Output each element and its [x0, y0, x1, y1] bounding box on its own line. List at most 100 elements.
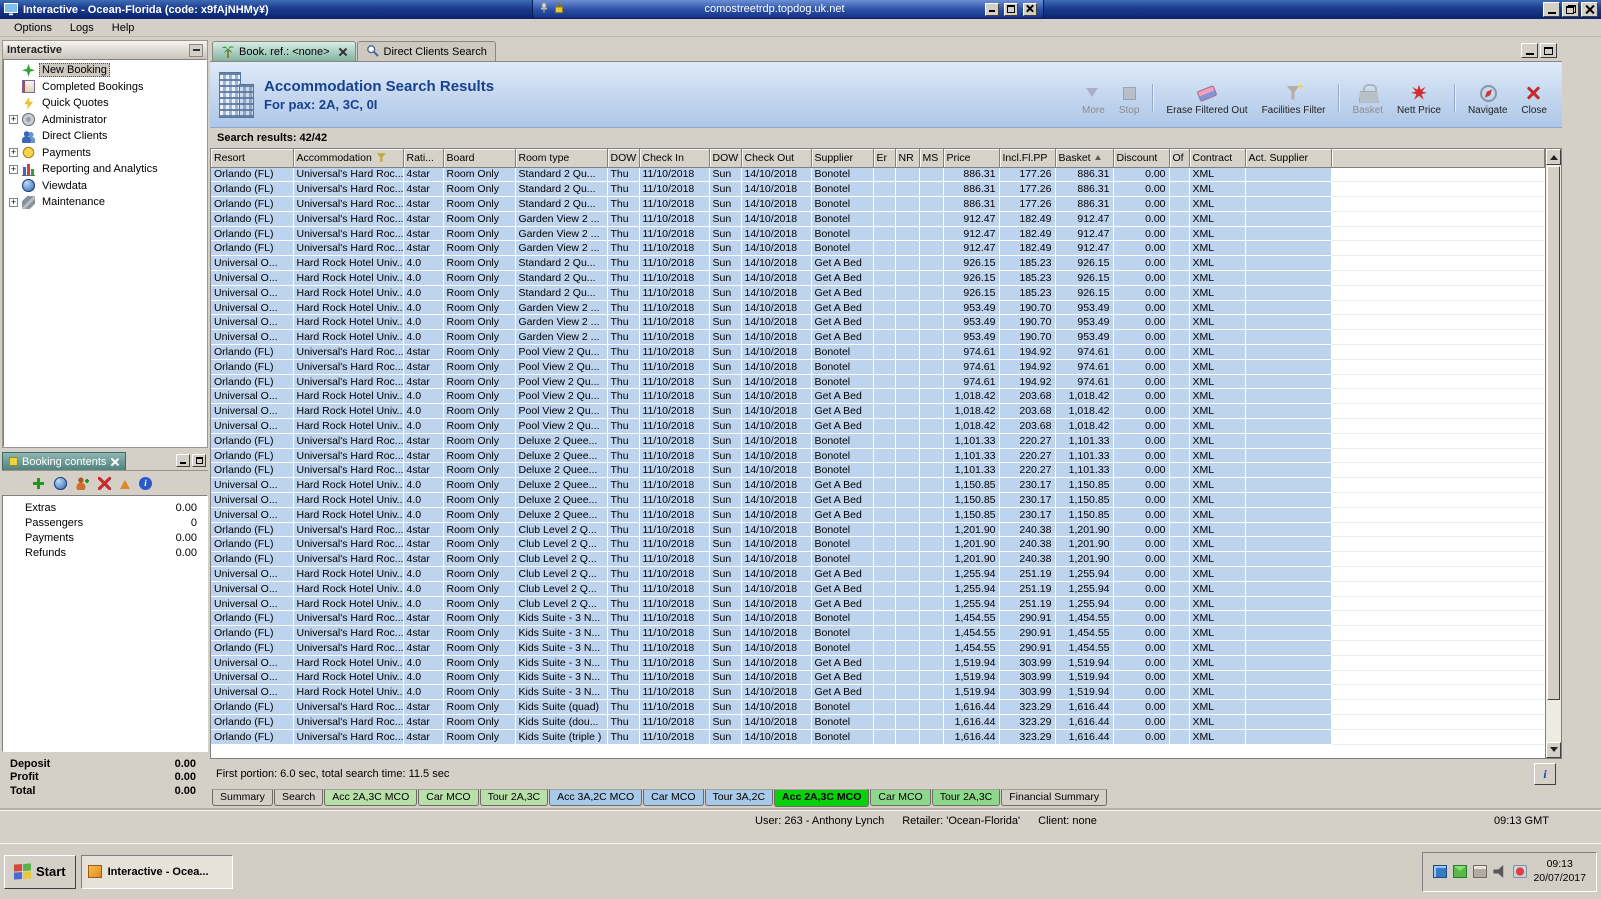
column-header-rati[interactable]: Rati...	[403, 149, 444, 168]
sidebar-item-direct-clients[interactable]: Direct Clients	[4, 128, 206, 145]
upload-icon[interactable]	[120, 475, 130, 489]
result-tab-acc-2a-3c-mco[interactable]: Acc 2A,3C MCO	[774, 789, 870, 807]
table-row[interactable]: Orlando (FL) Universal's Hard Roc... 4star…	[211, 714, 1545, 730]
close-button[interactable]: Close	[1514, 82, 1554, 118]
sidebar-item-completed-bookings[interactable]: Completed Bookings	[4, 79, 206, 96]
filter-icon[interactable]	[376, 153, 386, 163]
table-row[interactable]: Orlando (FL) Universal's Hard Roc... 4star…	[211, 729, 1545, 745]
table-row[interactable]: Orlando (FL) Universal's Hard Roc... 4star…	[211, 522, 1545, 538]
panel-close-icon[interactable]	[110, 457, 119, 466]
result-tab-tour-2a-3c[interactable]: Tour 2A,3C	[479, 789, 549, 806]
panel-collapse-button[interactable]	[189, 43, 203, 57]
taskbar-task-button[interactable]: Interactive - Ocea...	[80, 854, 233, 889]
result-tab-car-mco[interactable]: Car MCO	[643, 789, 704, 806]
start-button[interactable]: Start	[4, 854, 76, 889]
mail-icon[interactable]	[1453, 865, 1468, 878]
tab-direct-clients-search[interactable]: Direct Clients Search	[356, 41, 496, 61]
booking-contents-row-refunds[interactable]: Refunds 0.00	[3, 545, 207, 560]
table-row[interactable]: Universal O... Hard Rock Hotel Univ... 4.0…	[211, 477, 1545, 494]
sidebar-item-maintenance[interactable]: Maintenance	[4, 194, 206, 211]
table-row[interactable]: Orlando (FL) Universal's Hard Roc... 4star…	[211, 359, 1545, 375]
minimize-button[interactable]	[1543, 2, 1560, 17]
column-header-check-in[interactable]: Check In	[639, 149, 710, 168]
basket-button[interactable]: Basket	[1345, 82, 1390, 118]
stop-button[interactable]: Stop	[1112, 82, 1147, 118]
table-row[interactable]: Universal O... Hard Rock Hotel Univ... 4.0…	[211, 403, 1545, 420]
sidebar-item-new-booking[interactable]: New Booking	[4, 62, 206, 79]
mdi-maximize-button[interactable]	[1540, 43, 1557, 58]
scroll-down-button[interactable]	[1546, 742, 1561, 758]
booking-contents-row-payments[interactable]: Payments 0.00	[3, 530, 207, 545]
connection-status-icon[interactable]	[1513, 865, 1528, 878]
table-row[interactable]: Universal O... Hard Rock Hotel Univ... 4.0…	[211, 655, 1545, 671]
rdp-minimize-button[interactable]	[985, 2, 999, 16]
scroll-up-button[interactable]	[1546, 149, 1561, 165]
rdp-close-button[interactable]	[1023, 2, 1037, 16]
sidebar-item-reporting-and-analytics[interactable]: Reporting and Analytics	[4, 161, 206, 178]
table-row[interactable]: Orlando (FL) Universal's Hard Roc... 4star…	[211, 640, 1545, 656]
delete-icon[interactable]	[98, 476, 111, 490]
table-row[interactable]: Orlando (FL) Universal's Hard Roc... 4star…	[211, 167, 1545, 183]
menu-item-logs[interactable]: Logs	[61, 20, 103, 36]
table-row[interactable]: Orlando (FL) Universal's Hard Roc... 4star…	[211, 462, 1545, 479]
add-icon[interactable]	[32, 476, 45, 490]
column-header-price[interactable]: Price	[943, 149, 1000, 168]
result-tab-search[interactable]: Search	[273, 789, 324, 806]
column-header-dow[interactable]: DOW	[709, 149, 742, 168]
info-icon[interactable]	[139, 476, 152, 490]
table-row[interactable]: Universal O... Hard Rock Hotel Univ... 4.0…	[211, 285, 1545, 301]
booking-contents-tab[interactable]: Booking contents	[2, 452, 127, 470]
table-row[interactable]: Orlando (FL) Universal's Hard Roc... 4star…	[211, 240, 1545, 257]
column-header-board[interactable]: Board	[443, 149, 516, 168]
table-row[interactable]: Universal O... Hard Rock Hotel Univ... 4.0…	[211, 492, 1545, 508]
pin-icon[interactable]	[539, 2, 549, 17]
tab-book-ref-none[interactable]: Book. ref.: <none>	[212, 41, 356, 61]
column-header-nr[interactable]: NR	[895, 149, 920, 168]
facilities-filter-button[interactable]: Facilities Filter	[1255, 82, 1333, 118]
rdp-restore-button[interactable]	[1004, 2, 1018, 16]
menu-item-options[interactable]: Options	[5, 20, 61, 36]
sidebar-item-payments[interactable]: Payments	[4, 145, 206, 162]
column-header-discount[interactable]: Discount	[1113, 149, 1170, 168]
table-row[interactable]: Orlando (FL) Universal's Hard Roc... 4star…	[211, 448, 1545, 464]
column-header-check-out[interactable]: Check Out	[741, 149, 812, 168]
column-header-accommodation[interactable]: Accommodation	[293, 149, 404, 168]
result-tab-summary[interactable]: Summary	[212, 789, 273, 806]
table-row[interactable]: Orlando (FL) Universal's Hard Roc... 4star…	[211, 610, 1545, 627]
booking-contents-row-passengers[interactable]: Passengers 0	[3, 515, 207, 530]
column-header-ms[interactable]: MS	[919, 149, 944, 168]
column-header-contract[interactable]: Contract	[1189, 149, 1246, 168]
scrollbar-thumb[interactable]	[1547, 166, 1560, 700]
column-header-basket[interactable]: Basket	[1055, 149, 1114, 168]
table-row[interactable]: Universal O... Hard Rock Hotel Univ... 4.0…	[211, 314, 1545, 331]
table-row[interactable]: Orlando (FL) Universal's Hard Roc... 4star…	[211, 433, 1545, 449]
table-row[interactable]: Universal O... Hard Rock Hotel Univ... 4.0…	[211, 270, 1545, 286]
table-row[interactable]: Universal O... Hard Rock Hotel Univ... 4.0…	[211, 255, 1545, 272]
volume-icon[interactable]	[1493, 865, 1504, 878]
sidebar-item-quick-quotes[interactable]: Quick Quotes	[4, 95, 206, 112]
column-header-dow[interactable]: DOW	[607, 149, 640, 168]
table-row[interactable]: Universal O... Hard Rock Hotel Univ... 4.0…	[211, 329, 1545, 346]
panel-minimize-button[interactable]	[176, 454, 190, 467]
menu-item-help[interactable]: Help	[103, 20, 144, 36]
result-tab-tour-3a-2c[interactable]: Tour 3A,2C	[704, 789, 774, 806]
globe-icon[interactable]	[54, 476, 67, 490]
network-monitor-icon[interactable]	[1433, 865, 1448, 878]
table-row[interactable]: Universal O... Hard Rock Hotel Univ... 4.0…	[211, 581, 1545, 597]
expander-icon[interactable]	[9, 115, 18, 125]
expander-icon[interactable]	[9, 197, 18, 207]
nett-price-button[interactable]: Nett Price	[1390, 82, 1448, 118]
table-row[interactable]: Orlando (FL) Universal's Hard Roc... 4star…	[211, 196, 1545, 212]
table-row[interactable]: Universal O... Hard Rock Hotel Univ... 4.0…	[211, 300, 1545, 316]
column-header-of[interactable]: Of	[1169, 149, 1190, 168]
printer-icon[interactable]	[1473, 865, 1488, 878]
table-row[interactable]: Orlando (FL) Universal's Hard Roc... 4star…	[211, 374, 1545, 390]
table-row[interactable]: Orlando (FL) Universal's Hard Roc... 4star…	[211, 551, 1545, 568]
result-tab-car-mco[interactable]: Car MCO	[870, 789, 931, 806]
column-header-supplier[interactable]: Supplier	[811, 149, 874, 168]
table-row[interactable]: Orlando (FL) Universal's Hard Roc... 4star…	[211, 699, 1545, 715]
table-row[interactable]: Universal O... Hard Rock Hotel Univ... 4.0…	[211, 670, 1545, 686]
erase-filtered-out-button[interactable]: Erase Filtered Out	[1159, 82, 1254, 118]
sidebar-item-administrator[interactable]: Administrator	[4, 112, 206, 129]
expander-icon[interactable]	[9, 164, 18, 174]
